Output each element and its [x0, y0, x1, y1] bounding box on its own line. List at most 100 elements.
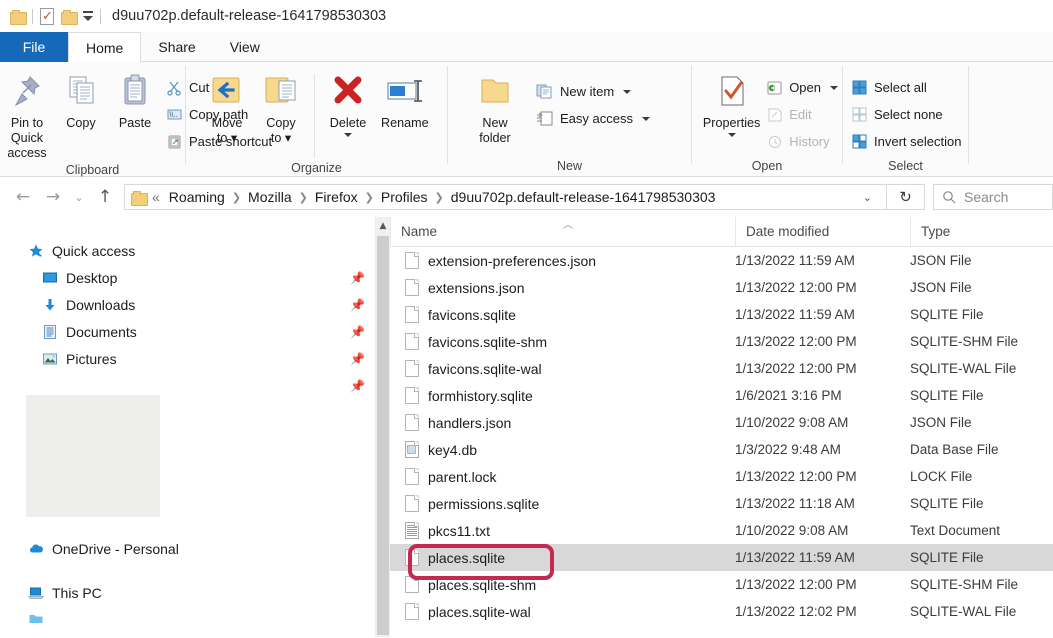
properties-button[interactable]: Properties: [700, 70, 763, 139]
chevron-right-icon-4: ❯: [434, 190, 444, 204]
up-button[interactable]: ↑: [90, 182, 120, 212]
file-row[interactable]: permissions.sqlite 1/13/2022 11:18 AM SQLI…: [390, 490, 1053, 517]
file-name-cell[interactable]: key4.db: [390, 441, 735, 458]
back-button[interactable]: ←: [8, 182, 38, 212]
pin-icon[interactable]: 📌: [350, 352, 365, 366]
tab-share[interactable]: Share: [141, 32, 213, 62]
sidebar-item-quick-access[interactable]: Quick access: [0, 237, 375, 264]
sidebar-item-downloads[interactable]: Downloads 📌: [0, 291, 375, 318]
file-name-label: places.sqlite-shm: [428, 576, 537, 593]
navigation-pane-scrollbar[interactable]: ▲: [375, 217, 390, 637]
sidebar-item-documents[interactable]: Documents 📌: [0, 318, 375, 345]
breadcrumb-item-firefox[interactable]: Firefox: [312, 187, 361, 207]
file-name-cell[interactable]: places.sqlite-shm: [390, 576, 735, 593]
new-folder-button[interactable]: New folder: [468, 70, 522, 148]
customize-quick-access-toolbar-icon[interactable]: [83, 11, 93, 21]
sort-ascending-icon: ︿: [563, 220, 573, 231]
pin-icon[interactable]: 📌: [350, 298, 365, 312]
invert-selection-button[interactable]: Invert selection: [847, 128, 965, 155]
rename-button[interactable]: Rename: [375, 70, 435, 133]
copy-to-button[interactable]: Copy to ▾: [254, 70, 308, 148]
scroll-up-button[interactable]: ▲: [376, 217, 390, 234]
file-row[interactable]: key4.db 1/3/2022 9:48 AM Data Base File: [390, 436, 1053, 463]
file-row[interactable]: extension-preferences.json 1/13/2022 11:5…: [390, 247, 1053, 274]
file-row[interactable]: formhistory.sqlite 1/6/2021 3:16 PM SQLITE…: [390, 382, 1053, 409]
breadcrumb-overflow[interactable]: «: [149, 187, 163, 207]
pin-icon[interactable]: 📌: [350, 325, 365, 339]
column-header-name[interactable]: ︿ Name: [390, 217, 735, 246]
file-name-cell[interactable]: formhistory.sqlite: [390, 387, 735, 404]
column-header-date-modified[interactable]: Date modified: [735, 217, 910, 246]
file-name-cell[interactable]: handlers.json: [390, 414, 735, 431]
file-row[interactable]: handlers.json 1/10/2022 9:08 AM JSON File: [390, 409, 1053, 436]
file-type-cell: Text Document: [910, 523, 1001, 538]
open-button[interactable]: Open: [763, 74, 842, 101]
folder-icon[interactable]: [10, 9, 27, 25]
file-name-cell[interactable]: places.sqlite: [390, 549, 735, 566]
breadcrumb-item-roaming[interactable]: Roaming: [166, 187, 228, 207]
column-header-type[interactable]: Type: [910, 217, 1053, 246]
sidebar-item-partial[interactable]: [0, 615, 375, 623]
new-item-button[interactable]: New item: [532, 78, 654, 105]
forward-button[interactable]: →: [38, 182, 68, 212]
refresh-button[interactable]: ↻: [887, 184, 925, 210]
select-all-button[interactable]: Select all: [847, 74, 965, 101]
delete-label: Delete: [329, 116, 367, 130]
file-row[interactable]: favicons.sqlite-shm 1/13/2022 12:00 PM SQL…: [390, 328, 1053, 355]
search-input[interactable]: Search: [933, 184, 1053, 210]
file-name-cell[interactable]: pkcs11.txt: [390, 522, 735, 539]
sidebar-item-onedrive[interactable]: OneDrive - Personal: [0, 535, 375, 562]
breadcrumb-item-profiles[interactable]: Profiles: [378, 187, 431, 207]
file-row[interactable]: extensions.json 1/13/2022 12:00 PM JSON Fi…: [390, 274, 1053, 301]
file-name-cell[interactable]: favicons.sqlite: [390, 306, 735, 323]
file-row[interactable]: places.sqlite-wal 1/13/2022 12:02 PM SQLIT…: [390, 598, 1053, 625]
copy-button[interactable]: Copy: [54, 70, 108, 133]
file-row[interactable]: places.sqlite 1/13/2022 11:59 AM SQLITE Fi…: [390, 544, 1053, 571]
recent-locations-button[interactable]: ⌄: [68, 182, 90, 212]
easy-access-button[interactable]: Easy access: [532, 105, 654, 132]
paste-button[interactable]: Paste: [108, 70, 162, 133]
file-row[interactable]: favicons.sqlite 1/13/2022 11:59 AM SQLITE …: [390, 301, 1053, 328]
file-name-cell[interactable]: favicons.sqlite-shm: [390, 333, 735, 350]
breadcrumb-item-mozilla[interactable]: Mozilla: [245, 187, 295, 207]
file-row[interactable]: pkcs11.txt 1/10/2022 9:08 AM Text Document: [390, 517, 1053, 544]
column-header-name-label: Name: [401, 224, 438, 239]
select-none-button[interactable]: Select none: [847, 101, 965, 128]
file-name-cell[interactable]: places.sqlite-wal: [390, 603, 735, 620]
file-type-cell: JSON File: [910, 253, 972, 268]
file-name-cell[interactable]: permissions.sqlite: [390, 495, 735, 512]
file-date-cell: 1/13/2022 12:02 PM: [735, 604, 857, 619]
new-folder-icon[interactable]: [61, 9, 78, 25]
file-name-label: extension-preferences.json: [428, 252, 597, 269]
file-name-cell[interactable]: extensions.json: [390, 279, 735, 296]
file-row[interactable]: favicons.sqlite-wal 1/13/2022 12:00 PM SQL…: [390, 355, 1053, 382]
sidebar-item-label: Desktop: [66, 269, 118, 286]
breadcrumb[interactable]: « Roaming ❯ Mozilla ❯ Firefox ❯ Profiles…: [124, 184, 887, 210]
sidebar-item-pictures[interactable]: Pictures 📌: [0, 345, 375, 372]
file-date-cell: 1/13/2022 12:00 PM: [735, 577, 857, 592]
properties-icon[interactable]: ✓: [40, 7, 54, 25]
sidebar-item-desktop[interactable]: Desktop 📌: [0, 264, 375, 291]
column-header-date-label: Date modified: [746, 224, 830, 239]
tab-view[interactable]: View: [212, 32, 277, 62]
file-name-cell[interactable]: favicons.sqlite-wal: [390, 360, 735, 377]
file-name-cell[interactable]: parent.lock: [390, 468, 735, 485]
file-name-cell[interactable]: extension-preferences.json: [390, 252, 735, 269]
tab-home[interactable]: Home: [68, 32, 142, 62]
file-row[interactable]: places.sqlite-shm 1/13/2022 12:00 PM SQLIT…: [390, 571, 1053, 598]
move-to-button[interactable]: Move to ▾: [200, 70, 254, 148]
scrollbar-thumb[interactable]: [377, 236, 389, 635]
file-name-label: pkcs11.txt: [428, 522, 490, 539]
ribbon-group-open: Properties Open Edit History Open: [692, 62, 842, 177]
new-folder-icon: [475, 72, 515, 116]
file-row[interactable]: parent.lock 1/13/2022 12:00 PM LOCK File: [390, 463, 1053, 490]
text-file-icon: [405, 522, 419, 539]
breadcrumb-item-current[interactable]: d9uu702p.default-release-1641798530303: [448, 187, 719, 207]
pin-to-quick-access-button[interactable]: Pin to Quick access: [0, 70, 54, 163]
sidebar-item-this-pc[interactable]: This PC: [0, 579, 375, 606]
pin-icon[interactable]: 📌: [350, 271, 365, 285]
delete-button[interactable]: Delete: [321, 70, 375, 139]
pin-icon[interactable]: 📌: [350, 379, 365, 393]
tab-file[interactable]: File: [0, 32, 68, 62]
address-dropdown-icon[interactable]: ⌄: [855, 191, 880, 204]
